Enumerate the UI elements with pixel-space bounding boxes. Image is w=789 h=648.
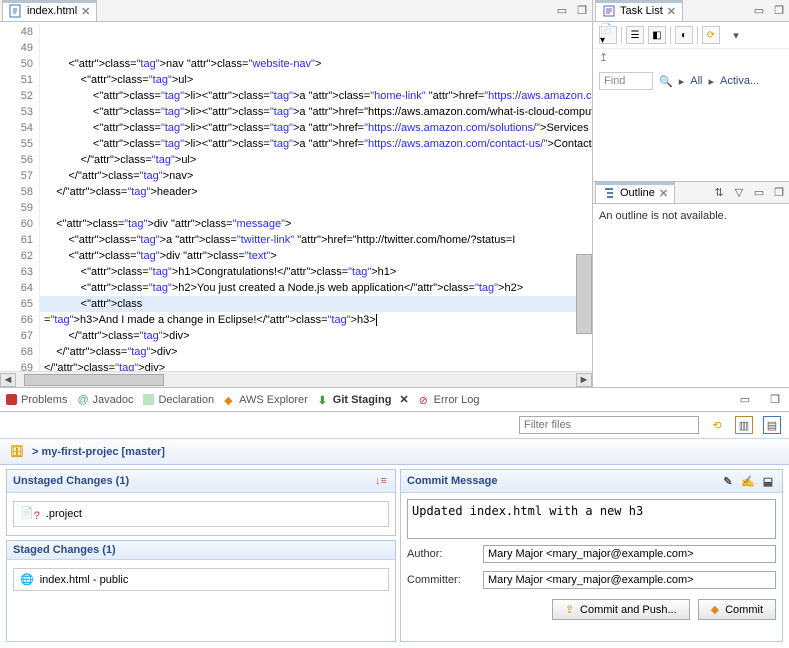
editor-tabbar: index.html ✕ ▭ ❐ — [0, 0, 592, 22]
tab-javadoc[interactable]: @Javadoc — [77, 394, 133, 406]
task-list-title: Task List — [620, 5, 663, 17]
tab-git-staging[interactable]: ⬇Git Staging✕ — [318, 393, 409, 406]
categorize-button[interactable]: ☰ — [626, 26, 644, 44]
html-file-icon — [9, 4, 23, 18]
amend-button[interactable]: ✎ — [720, 473, 736, 489]
unstaged-file-item[interactable]: 📄? .project — [13, 501, 389, 527]
unstaged-changes-panel: Unstaged Changes (1) ↓≡ 📄? .project — [6, 469, 396, 536]
author-input[interactable] — [483, 545, 776, 563]
unstaged-title: Unstaged Changes (1) — [13, 475, 129, 487]
close-icon[interactable]: ✕ — [659, 187, 668, 200]
tab-declaration[interactable]: Declaration — [143, 394, 214, 406]
javadoc-icon: @ — [77, 394, 88, 405]
staged-changes-panel: Staged Changes (1) 🌐 index.html - public — [6, 540, 396, 642]
git-icon: ⬇ — [318, 394, 329, 405]
search-icon[interactable]: 🔍 — [659, 75, 673, 88]
repo-title: > my-first-projec [master] — [32, 446, 165, 458]
push-icon: ⇪ — [565, 603, 574, 616]
maximize-icon[interactable]: ❐ — [771, 185, 787, 201]
new-task-button[interactable]: 📄▾ — [599, 26, 617, 44]
error-log-icon: ⊘ — [419, 394, 430, 405]
author-label: Author: — [407, 548, 475, 560]
outline-view: Outline ✕ ⇅ ▽ ▭ ❐ An outline is not avai… — [593, 182, 789, 387]
refresh-button[interactable]: ⟲ — [709, 417, 725, 433]
editor-tab-label: index.html — [27, 5, 77, 17]
committer-input[interactable] — [483, 571, 776, 589]
schedule-button[interactable]: ◧ — [648, 26, 666, 44]
minimize-icon[interactable]: ▭ — [751, 185, 767, 201]
unknown-file-icon: 📄? — [20, 506, 40, 522]
code-editor[interactable]: 48 49 50 51 52 53 54 55 56 57 58 59 60 6… — [0, 22, 592, 371]
editor-tab-index-html[interactable]: index.html ✕ — [2, 0, 97, 21]
view-menu-icon[interactable]: ▾ — [728, 27, 744, 43]
commit-message-input[interactable] — [407, 499, 776, 539]
editor-pane: index.html ✕ ▭ ❐ 48 49 50 51 52 53 54 55… — [0, 0, 593, 387]
commit-button[interactable]: ◆Commit — [698, 599, 776, 620]
row-layout-button[interactable]: ▤ — [763, 416, 781, 434]
outline-tab[interactable]: Outline ✕ — [595, 182, 675, 203]
html-file-icon: 🌐 — [20, 573, 34, 586]
tab-error-log[interactable]: ⊘Error Log — [419, 394, 480, 406]
tab-aws-explorer[interactable]: ◆AWS Explorer — [224, 394, 308, 406]
repo-header: 🗄 > my-first-projec [master] — [0, 438, 789, 465]
filter-files-input[interactable] — [519, 416, 699, 434]
sync-button[interactable]: ⟳ — [702, 26, 720, 44]
outline-icon — [602, 186, 616, 200]
find-input[interactable]: Find — [599, 72, 653, 90]
view-menu-icon[interactable]: ▽ — [731, 185, 747, 201]
scroll-right-icon[interactable]: ► — [576, 373, 592, 387]
repo-icon: 🗄 — [10, 445, 24, 458]
aws-icon: ◆ — [224, 394, 235, 405]
commit-and-push-button[interactable]: ⇪Commit and Push... — [552, 599, 690, 620]
outline-message: An outline is not available. — [593, 204, 789, 228]
maximize-icon[interactable]: ❐ — [574, 3, 590, 19]
commit-message-title: Commit Message — [407, 475, 497, 487]
scroll-left-icon[interactable]: ◄ — [0, 373, 16, 387]
maximize-icon[interactable]: ❐ — [767, 392, 783, 408]
minimize-icon[interactable]: ▭ — [554, 3, 570, 19]
committer-label: Committer: — [407, 574, 475, 586]
commit-message-panel: Commit Message ✎ ✍ ⬓ Author: Commi — [400, 469, 783, 642]
task-toolbar: 📄▾ ☰ ◧ ◐ ⟳ ▾ — [593, 22, 789, 49]
close-icon[interactable]: ✕ — [81, 5, 90, 18]
declaration-icon — [143, 394, 154, 405]
activate-link[interactable]: Activa... — [720, 75, 759, 87]
staged-file-item[interactable]: 🌐 index.html - public — [13, 568, 389, 591]
problems-icon — [6, 394, 17, 405]
sort-button[interactable]: ↓≡ — [373, 473, 389, 489]
link-icon[interactable]: ⇅ — [711, 185, 727, 201]
code-content[interactable]: <"attr">class="tag">nav "attr">class="we… — [40, 22, 592, 371]
close-icon[interactable]: ✕ — [399, 393, 408, 406]
minimize-icon[interactable]: ▭ — [751, 3, 767, 19]
line-gutter: 48 49 50 51 52 53 54 55 56 57 58 59 60 6… — [0, 22, 40, 371]
file-label: .project — [46, 508, 82, 520]
task-list-tab[interactable]: Task List ✕ — [595, 0, 683, 21]
commit-icon: ◆ — [711, 603, 719, 616]
minimize-icon[interactable]: ▭ — [737, 392, 753, 408]
horizontal-scrollbar-thumb[interactable] — [24, 374, 164, 386]
close-icon[interactable]: ✕ — [667, 5, 676, 18]
all-link[interactable]: All — [690, 75, 702, 87]
column-layout-button[interactable]: ▥ — [735, 416, 753, 434]
file-label: index.html - public — [40, 574, 129, 586]
outline-title: Outline — [620, 187, 655, 199]
vertical-scrollbar-thumb[interactable] — [576, 254, 592, 334]
collapse-icon[interactable]: ↥ — [593, 49, 789, 66]
changeid-button[interactable]: ⬓ — [760, 473, 776, 489]
bottom-view-tabs: Problems @Javadoc Declaration ◆AWS Explo… — [0, 388, 789, 412]
task-list-icon — [602, 4, 616, 18]
signoff-button[interactable]: ✍ — [740, 473, 756, 489]
focus-button[interactable]: ◐ — [675, 26, 693, 44]
task-list-view: Task List ✕ ▭ ❐ 📄▾ ☰ ◧ ◐ ⟳ ▾ — [593, 0, 789, 182]
tab-problems[interactable]: Problems — [6, 394, 67, 406]
staged-title: Staged Changes (1) — [13, 544, 116, 556]
horizontal-scrollbar[interactable]: ◄ ► — [0, 371, 592, 387]
maximize-icon[interactable]: ❐ — [771, 3, 787, 19]
